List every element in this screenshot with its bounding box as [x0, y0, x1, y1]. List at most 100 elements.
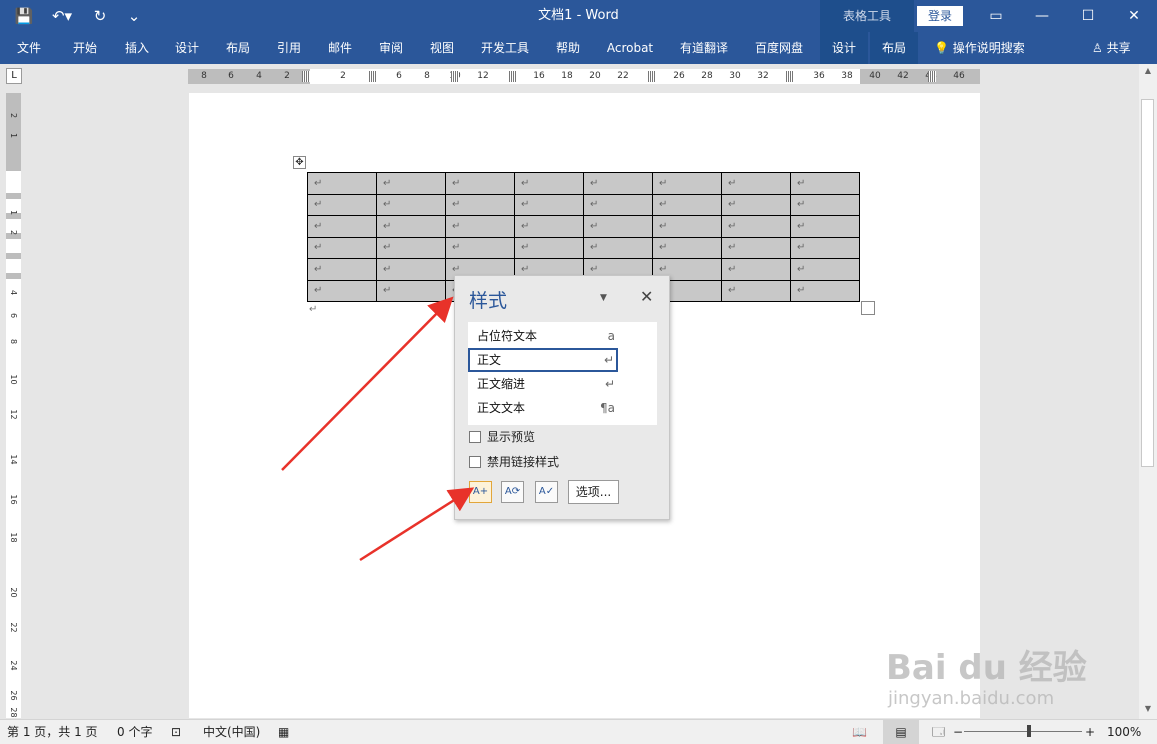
style-item-normal[interactable]: 正文 ↵	[468, 348, 618, 372]
disable-linked-styles-checkbox[interactable]: 禁用链接样式	[469, 453, 659, 471]
table-cell[interactable]: ↵	[583, 172, 653, 195]
tell-me-search[interactable]: 💡 操作说明搜索	[934, 32, 1025, 64]
tab-design[interactable]: 设计	[164, 32, 210, 64]
table-cell[interactable]: ↵	[514, 193, 584, 216]
table-cell[interactable]: ↵	[721, 193, 791, 216]
table-cell[interactable]: ↵	[514, 215, 584, 238]
table-cell[interactable]: ↵	[445, 193, 515, 216]
ribbon-display-icon[interactable]: ▭	[973, 0, 1019, 32]
table-cell[interactable]: ↵	[307, 236, 377, 259]
tab-acrobat[interactable]: Acrobat	[601, 32, 659, 64]
table-cell[interactable]: ↵	[376, 172, 446, 195]
table-cell[interactable]: ↵	[445, 215, 515, 238]
style-item-normal-indent[interactable]: 正文缩进 ↵	[468, 372, 657, 396]
table-cell[interactable]: ↵	[790, 215, 860, 238]
table-cell[interactable]: ↵	[514, 172, 584, 195]
options-button[interactable]: 选项...	[568, 480, 619, 504]
row-marker[interactable]	[6, 253, 21, 259]
manage-styles-icon[interactable]: A✓	[535, 481, 558, 503]
tab-selector[interactable]: L	[6, 68, 22, 84]
table-cell[interactable]: ↵	[583, 215, 653, 238]
table-cell[interactable]: ↵	[721, 236, 791, 259]
tab-help[interactable]: 帮助	[545, 32, 591, 64]
tab-youdao[interactable]: 有道翻译	[673, 32, 735, 64]
tab-layout[interactable]: 布局	[215, 32, 261, 64]
column-marker[interactable]	[451, 71, 459, 82]
tab-table-design[interactable]: 设计	[820, 32, 868, 64]
tab-home[interactable]: 开始	[62, 32, 108, 64]
show-preview-checkbox[interactable]: 显示预览	[469, 428, 659, 446]
read-mode-icon[interactable]: 📖	[852, 720, 867, 744]
scroll-down-icon[interactable]: ▼	[1139, 704, 1157, 713]
vertical-ruler[interactable]: 2 1 1 2 4 6 8 10 12 14 16 18 20 22 24 26 28	[6, 93, 21, 718]
undo-icon[interactable]: ↶▾	[48, 7, 76, 25]
language-status[interactable]: 中文(中国)	[203, 720, 260, 744]
zoom-in-button[interactable]: +	[1085, 720, 1095, 744]
table-resize-handle[interactable]	[861, 301, 875, 315]
tab-view[interactable]: 视图	[419, 32, 465, 64]
column-marker[interactable]	[369, 71, 377, 82]
zoom-slider-thumb[interactable]	[1027, 725, 1031, 737]
column-marker[interactable]	[302, 71, 310, 82]
table-cell[interactable]: ↵	[307, 172, 377, 195]
table-cell[interactable]: ↵	[376, 258, 446, 281]
save-icon[interactable]: 💾	[14, 7, 34, 25]
zoom-level[interactable]: 100%	[1107, 720, 1141, 744]
vertical-scrollbar[interactable]: ▲ ▼	[1139, 64, 1157, 719]
minimize-button[interactable]: —	[1019, 0, 1065, 32]
scroll-thumb[interactable]	[1141, 99, 1154, 467]
table-cell[interactable]: ↵	[376, 279, 446, 302]
tab-mailings[interactable]: 邮件	[317, 32, 363, 64]
proofing-icon[interactable]: ⊡	[171, 720, 181, 744]
tab-references[interactable]: 引用	[266, 32, 312, 64]
style-item-body-text[interactable]: 正文文本 ¶a	[468, 396, 657, 420]
horizontal-ruler[interactable]: 864226810121618202226283032363840424446	[188, 69, 980, 84]
column-marker[interactable]	[928, 71, 936, 82]
new-style-icon[interactable]: A+	[469, 481, 492, 503]
style-item-placeholder[interactable]: 占位符文本 a	[468, 324, 657, 348]
table-cell[interactable]: ↵	[790, 172, 860, 195]
tab-table-layout[interactable]: 布局	[870, 32, 918, 64]
table-cell[interactable]: ↵	[652, 215, 722, 238]
row-marker[interactable]	[6, 273, 21, 279]
column-marker[interactable]	[509, 71, 517, 82]
zoom-slider[interactable]	[964, 731, 1082, 732]
style-inspector-icon[interactable]: A⟳	[501, 481, 524, 503]
tab-developer[interactable]: 开发工具	[476, 32, 534, 64]
table-cell[interactable]: ↵	[790, 279, 860, 302]
tab-insert[interactable]: 插入	[114, 32, 160, 64]
print-layout-icon[interactable]: ▤	[883, 720, 919, 744]
column-marker[interactable]	[648, 71, 656, 82]
table-cell[interactable]: ↵	[652, 172, 722, 195]
zoom-out-button[interactable]: −	[953, 720, 963, 744]
maximize-button[interactable]: ☐	[1065, 0, 1111, 32]
share-button[interactable]: ♙ 共享	[1092, 32, 1131, 64]
table-cell[interactable]: ↵	[307, 279, 377, 302]
table-cell[interactable]: ↵	[721, 258, 791, 281]
checkbox-box[interactable]	[469, 456, 481, 468]
page-count[interactable]: 第 1 页，共 1 页	[7, 720, 98, 744]
table-cell[interactable]: ↵	[790, 258, 860, 281]
macro-icon[interactable]: ▦	[278, 720, 289, 744]
customize-icon[interactable]: ⌄	[124, 7, 144, 25]
tab-file[interactable]: 文件	[8, 32, 50, 64]
scroll-up-icon[interactable]: ▲	[1139, 66, 1157, 75]
table-move-handle[interactable]: ✥	[293, 156, 306, 169]
table-cell[interactable]: ↵	[721, 215, 791, 238]
table-cell[interactable]: ↵	[307, 215, 377, 238]
close-icon[interactable]: ✕	[640, 287, 653, 306]
table-cell[interactable]: ↵	[583, 236, 653, 259]
word-count[interactable]: 0 个字	[117, 720, 152, 744]
table-cell[interactable]: ↵	[514, 236, 584, 259]
table-cell[interactable]: ↵	[307, 258, 377, 281]
web-layout-icon[interactable]: 🗔	[932, 720, 945, 744]
table-cell[interactable]: ↵	[376, 193, 446, 216]
redo-icon[interactable]: ↻	[90, 7, 110, 25]
pane-options-icon[interactable]: ▼	[600, 293, 607, 303]
close-button[interactable]: ✕	[1111, 0, 1157, 32]
table-cell[interactable]: ↵	[376, 236, 446, 259]
table-cell[interactable]: ↵	[652, 193, 722, 216]
table-cell[interactable]: ↵	[583, 193, 653, 216]
table-cell[interactable]: ↵	[445, 172, 515, 195]
table-cell[interactable]: ↵	[307, 193, 377, 216]
